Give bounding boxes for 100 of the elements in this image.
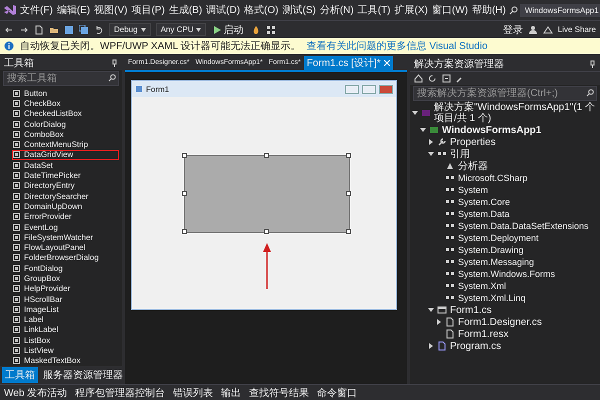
tree-item[interactable]: Form1.Designer.cs xyxy=(458,316,542,328)
tree-item[interactable]: Form1.resx xyxy=(458,328,509,340)
resize-handle[interactable] xyxy=(346,191,351,196)
panel-tab[interactable]: 工具箱 xyxy=(2,367,38,384)
toolbox-item[interactable]: EventLog xyxy=(12,222,119,232)
toolbox-item[interactable]: ListBox xyxy=(12,335,119,346)
tool-window-tab[interactable]: 输出 xyxy=(221,386,242,400)
menu-item[interactable]: 扩展(X) xyxy=(394,3,429,17)
menu-item[interactable]: 生成(B) xyxy=(168,3,204,17)
tree-item[interactable]: 引用 xyxy=(450,148,470,160)
expanded-arrow-icon[interactable] xyxy=(420,126,426,134)
resize-handle[interactable] xyxy=(182,153,187,158)
tree-item[interactable]: Properties xyxy=(450,136,496,148)
toolbox-item[interactable]: MaskedTextBox xyxy=(12,356,119,366)
tree-item[interactable]: System.Core xyxy=(458,196,510,208)
collapsed-arrow-icon[interactable] xyxy=(436,318,442,326)
info-message: 自动恢复已关闭。WPF/UWP XAML 设计器可能无法正确显示。 xyxy=(20,40,301,53)
toolbox-item[interactable]: FolderBrowserDialog xyxy=(12,252,119,264)
menu-item[interactable]: 视图(V) xyxy=(93,3,128,17)
toolbox-item[interactable]: DataGridView xyxy=(12,150,119,160)
menu-item[interactable]: 工具(T) xyxy=(356,3,392,17)
resize-handle[interactable] xyxy=(182,191,187,196)
tree-item[interactable]: System.Xml.Linq xyxy=(458,292,526,304)
menu-item[interactable]: 窗口(W) xyxy=(430,3,469,17)
tree-item[interactable]: System.Messaging xyxy=(458,256,534,268)
new-file-icon xyxy=(34,24,44,34)
menu-item[interactable]: 编辑(E) xyxy=(56,3,92,17)
toolbox-item[interactable]: FileSystemWatcher xyxy=(12,232,119,242)
tree-item[interactable]: Form1.cs xyxy=(450,304,492,316)
resize-handle[interactable] xyxy=(264,153,269,158)
toolbox-item[interactable]: FlowLayoutPanel xyxy=(12,242,119,253)
toolbox-item[interactable]: FontDialog xyxy=(12,263,119,274)
toolbox-item[interactable]: Button xyxy=(12,88,119,98)
toolbox-item[interactable]: DomainUpDown xyxy=(12,201,119,212)
tool-window-tab[interactable]: 程序包管理器控制台 xyxy=(75,386,166,400)
tree-item[interactable]: Program.cs xyxy=(450,340,502,352)
panel-tab[interactable]: 服务器资源管理器 xyxy=(40,367,126,384)
platform-dropdown[interactable]: Any CPU xyxy=(156,23,206,36)
resize-handle[interactable] xyxy=(182,229,187,234)
menu-item[interactable]: 帮助(H) xyxy=(470,3,507,17)
save-icon xyxy=(64,24,74,34)
toolbox-item[interactable]: DateTimePicker xyxy=(12,170,119,181)
tree-item[interactable]: System.Windows.Forms xyxy=(458,268,556,280)
toolbox-item[interactable]: ComboBox xyxy=(12,129,119,140)
tool-window-tab[interactable]: 命令窗口 xyxy=(317,386,358,400)
info-link[interactable]: 查看有关此问题的更多信息 Visual Studio xyxy=(306,39,488,53)
expanded-arrow-icon[interactable] xyxy=(412,109,418,117)
menu-item[interactable]: 项目(P) xyxy=(130,3,166,17)
tree-item[interactable]: Microsoft.CSharp xyxy=(458,172,528,184)
toolbox-item[interactable]: ListView xyxy=(12,345,119,356)
search-field[interactable]: 搜索工具箱 xyxy=(3,71,119,86)
menu-item[interactable]: 分析(N) xyxy=(318,3,355,17)
search-field[interactable]: 搜索解决方案资源管理器(Ctrl+;) xyxy=(413,86,597,101)
collapsed-arrow-icon[interactable] xyxy=(428,342,434,350)
collapsed-arrow-icon[interactable] xyxy=(428,138,434,146)
toolbox-item[interactable]: Label xyxy=(12,314,119,325)
toolbox-item[interactable]: GroupBox xyxy=(12,273,119,284)
sign-in-link[interactable]: 登录 xyxy=(502,22,523,36)
menu-item[interactable]: 测试(S) xyxy=(282,3,317,17)
resize-handle[interactable] xyxy=(346,229,351,234)
toolbox-item[interactable]: CheckBox xyxy=(12,98,119,109)
menu-item[interactable]: 调试(D) xyxy=(205,3,242,17)
expanded-arrow-icon[interactable] xyxy=(428,150,434,158)
configuration-dropdown[interactable]: Debug xyxy=(109,23,151,36)
close-button[interactable] xyxy=(379,84,393,94)
toolbox-item[interactable]: CheckedListBox xyxy=(12,108,119,119)
toolbox-item[interactable]: ColorDialog xyxy=(12,118,119,130)
menu-item[interactable]: 文件(F) xyxy=(19,3,54,17)
resize-handle[interactable] xyxy=(264,229,269,234)
toolbox-item[interactable]: ContextMenuStrip xyxy=(12,139,119,150)
expanded-arrow-icon[interactable] xyxy=(428,306,434,314)
resize-handle[interactable] xyxy=(346,153,351,158)
tree-item[interactable]: System.Data xyxy=(458,208,510,220)
toolbox-item[interactable]: DataSet xyxy=(12,160,119,170)
toolbox-item[interactable]: ErrorProvider xyxy=(12,212,119,222)
tree-item[interactable]: System.Data.DataSetExtensions xyxy=(458,220,589,232)
toolbox-item[interactable]: DirectorySearcher xyxy=(12,190,119,202)
close-icon[interactable] xyxy=(384,60,390,66)
live-share-button[interactable]: Live Share xyxy=(558,25,596,34)
tool-window-tab[interactable]: 错误列表 xyxy=(173,386,214,400)
tree-item[interactable]: System.Xml xyxy=(458,280,506,292)
tree-item[interactable]: 分析器 xyxy=(458,160,488,172)
form-title: Form1 xyxy=(146,84,170,94)
toolbox-item[interactable]: HelpProvider xyxy=(12,284,119,294)
tree-item[interactable]: System.Drawing xyxy=(458,244,524,256)
toolbox-item[interactable]: DirectoryEntry xyxy=(12,180,119,191)
tree-item[interactable]: WindowsFormsApp1 xyxy=(442,124,542,136)
tree-item[interactable]: 解决方案"WindowsFormsApp1"(1 个项目/共 1 个) xyxy=(434,102,600,124)
toolbox-item[interactable]: LinkLabel xyxy=(12,324,119,336)
tool-window-tab[interactable]: Web 发布活动 xyxy=(4,386,68,400)
tree-item[interactable]: System.Deployment xyxy=(458,232,539,244)
menu-item[interactable]: 格式(O) xyxy=(243,3,280,17)
document-tab[interactable]: Form1.cs [设计]* xyxy=(304,56,393,70)
start-button[interactable]: 启动 xyxy=(211,22,246,36)
undo-icon xyxy=(94,24,104,34)
toolbox-item[interactable]: HScrollBar xyxy=(12,294,119,304)
search-icon xyxy=(586,89,594,97)
tree-item[interactable]: System xyxy=(458,184,488,196)
tool-window-tab[interactable]: 查找符号结果 xyxy=(249,386,310,400)
toolbox-item[interactable]: ImageList xyxy=(12,304,119,315)
